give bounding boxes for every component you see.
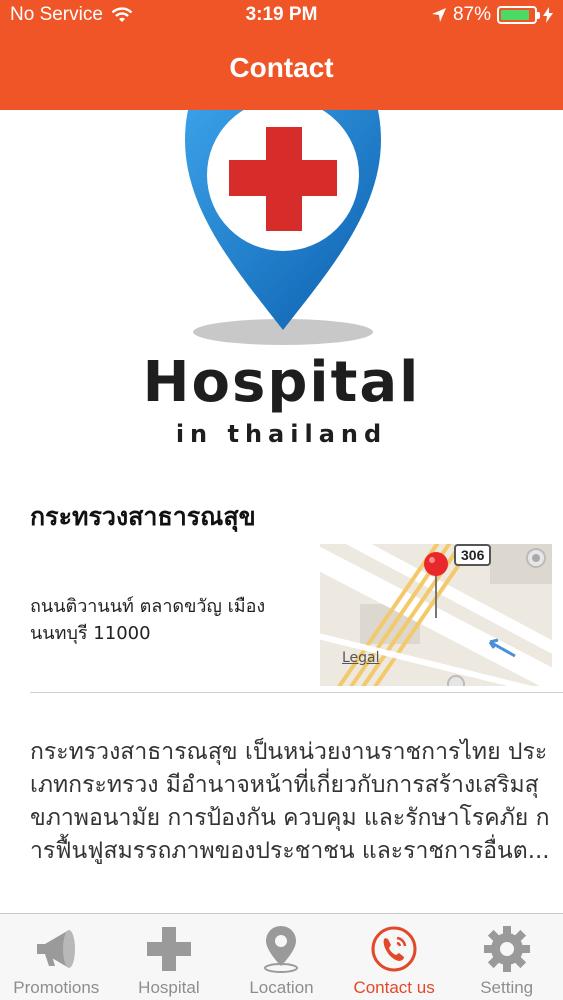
battery-percent: 87% bbox=[452, 4, 491, 25]
tab-promotions-label: Promotions bbox=[13, 978, 100, 997]
tab-hospital[interactable]: Hospital bbox=[113, 914, 226, 1000]
section-divider bbox=[30, 692, 563, 693]
tab-promotions[interactable]: Promotions bbox=[0, 914, 113, 1000]
tab-location[interactable]: Location bbox=[225, 914, 338, 1000]
top-bar: No Service 3:19 PM 87% Contact bbox=[0, 0, 563, 110]
location-pin-icon bbox=[264, 926, 299, 973]
route-shield: 306 bbox=[454, 544, 492, 566]
hospital-address: ถนนติวานนท์ ตลาดขวัญ เมือง นนทบุรี 11000 bbox=[30, 596, 266, 644]
status-right-group: 87% bbox=[431, 4, 553, 26]
map-thumbnail[interactable]: 306 Legal bbox=[320, 544, 552, 686]
logo-wordmark: Hospital bbox=[142, 350, 421, 415]
cross-icon bbox=[146, 927, 191, 971]
tab-location-label: Location bbox=[249, 978, 314, 997]
battery-level bbox=[501, 10, 529, 20]
tab-setting[interactable]: Setting bbox=[450, 914, 563, 1000]
tab-bar: Promotions Hospital Location Contact us … bbox=[0, 913, 563, 1000]
battery-icon bbox=[497, 6, 540, 24]
hospital-logo: Hospital in thailand bbox=[0, 110, 563, 455]
tab-contact-us[interactable]: Contact us bbox=[338, 914, 451, 1000]
logo-tagline: in thailand bbox=[175, 420, 388, 448]
map-pin-cross-icon bbox=[185, 110, 381, 345]
location-arrow-icon bbox=[431, 8, 446, 22]
nav-title: Contact bbox=[229, 52, 334, 83]
phone-icon bbox=[371, 926, 417, 972]
status-bar: No Service 3:19 PM 87% bbox=[0, 0, 563, 32]
map-legal-link[interactable]: Legal bbox=[342, 650, 380, 666]
hospital-name: กระทรวงสาธารณสุข bbox=[30, 502, 256, 531]
contact-screen: No Service 3:19 PM 87% Contact Hospital … bbox=[0, 0, 563, 1000]
tab-contact-us-label: Contact us bbox=[353, 978, 435, 997]
tab-setting-label: Setting bbox=[480, 978, 534, 997]
tab-hospital-label: Hospital bbox=[138, 978, 200, 997]
gear-icon bbox=[483, 926, 530, 972]
charging-bolt-icon bbox=[543, 7, 553, 23]
hospital-description: กระทรวงสาธารณสุข เป็นหน่วยงานราชการไทย ป… bbox=[30, 739, 550, 864]
megaphone-icon bbox=[37, 930, 76, 968]
